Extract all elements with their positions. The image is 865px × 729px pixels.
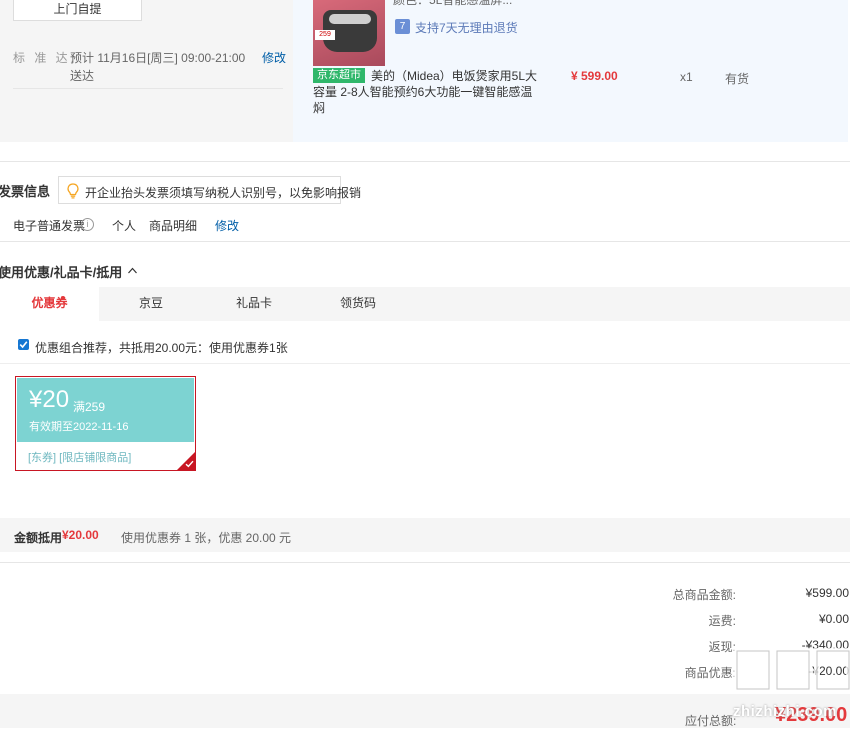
tab-label: 京豆 (138, 296, 163, 310)
invoice-content: 商品明细 (149, 219, 198, 233)
coupon-validity: 有效期至2022-11-16 (29, 421, 129, 433)
coupon-section-title[interactable]: 使用优惠/礼品卡/抵用 (0, 262, 122, 281)
product-quantity: x1 (680, 70, 693, 84)
invoice-title-type: 个人 (112, 219, 137, 233)
lightbulb-icon (67, 183, 79, 199)
invoice-tip-text: 开企业抬头发票须填写纳税人识别号，以免影响报销 (85, 186, 362, 200)
invoice-edit-link[interactable]: 修改 (215, 217, 239, 234)
tab-gift-card[interactable]: 礼品卡 (208, 287, 300, 321)
tab-coupons[interactable]: 优惠券 (0, 287, 99, 321)
watermark-logo-icon (734, 648, 852, 692)
coupon-tabbar: 优惠券 京豆 礼品卡 领货码 (0, 287, 850, 321)
discount-label: 商品优惠: (684, 666, 736, 680)
invoice-tip: 开企业抬头发票须填写纳税人识别号，以免影响报销 (58, 176, 361, 204)
delivery-edit-link[interactable]: 修改 (262, 49, 286, 66)
deduct-description: 使用优惠券 1 张，优惠 20.00 元 (121, 531, 292, 545)
deduct-amount: ¥20.00 (62, 528, 99, 542)
thumb-cooker-lid (329, 14, 371, 24)
combo-recommend-text: 优惠组合推荐，共抵用20.00元：使用优惠券1张 (35, 341, 288, 355)
shipping-value: ¥0.00 (818, 612, 849, 626)
combo-checkbox[interactable] (18, 339, 29, 350)
store-tag: 京东超市 (313, 68, 365, 83)
delivery-divider (13, 88, 283, 89)
info-icon[interactable]: i (81, 218, 94, 231)
coupon-card[interactable]: ¥20 满259 有效期至2022-11-16 [东券] [限店铺限商品] (15, 376, 196, 471)
shipping-label: 运费: (708, 614, 736, 628)
product-price: ¥ 599.00 (571, 69, 618, 83)
standard-delivery-time: 预计 11月16日[周三] 09:00-21:00 送达 (70, 51, 246, 83)
coupon-card-top: ¥20 满259 有效期至2022-11-16 (17, 378, 194, 442)
standard-delivery-label: 标 准 达: (13, 51, 78, 65)
invoice-type: 电子普通发票 (13, 219, 86, 233)
tab-redeem-code[interactable]: 领货码 (312, 287, 404, 321)
return-policy-text: 支持7天无理由退货 (415, 21, 518, 35)
section-divider (0, 241, 850, 242)
section-divider (0, 161, 850, 162)
tab-notice-dot (61, 296, 65, 300)
payable-label: 应付总额: (685, 714, 737, 728)
stock-status: 有货 (725, 72, 750, 86)
coupon-condition: 满259 (73, 400, 106, 414)
selected-check-icon (185, 460, 194, 468)
watermark-url: zhizhizhi.com (733, 703, 837, 720)
check-icon (19, 341, 28, 349)
total-goods-value: ¥599.00 (805, 586, 849, 600)
tab-label: 礼品卡 (235, 296, 272, 310)
invoice-title: 发票信息 (0, 184, 51, 199)
tab-jingdou[interactable]: 京豆 (105, 287, 197, 321)
coupon-amount: ¥20 (29, 386, 70, 413)
total-goods-label: 总商品金额: (672, 588, 736, 602)
thumb-price-tag: 259 (315, 30, 335, 40)
section-divider (0, 562, 850, 563)
cashback-label: 返现: (708, 640, 736, 654)
coupon-tags: [东券] [限店铺限商品] (28, 452, 132, 464)
product-thumbnail[interactable]: 259 (313, 0, 385, 66)
deduct-label: 金额抵用 (14, 531, 63, 545)
tab-label: 领货码 (339, 296, 376, 310)
return-policy-icon: 7 (395, 19, 410, 34)
chevron-up-icon[interactable] (128, 266, 137, 275)
product-spec-text: 颜色：5L智能感温屏... (393, 0, 513, 7)
pickup-button[interactable]: 上门自提 (13, 0, 142, 21)
